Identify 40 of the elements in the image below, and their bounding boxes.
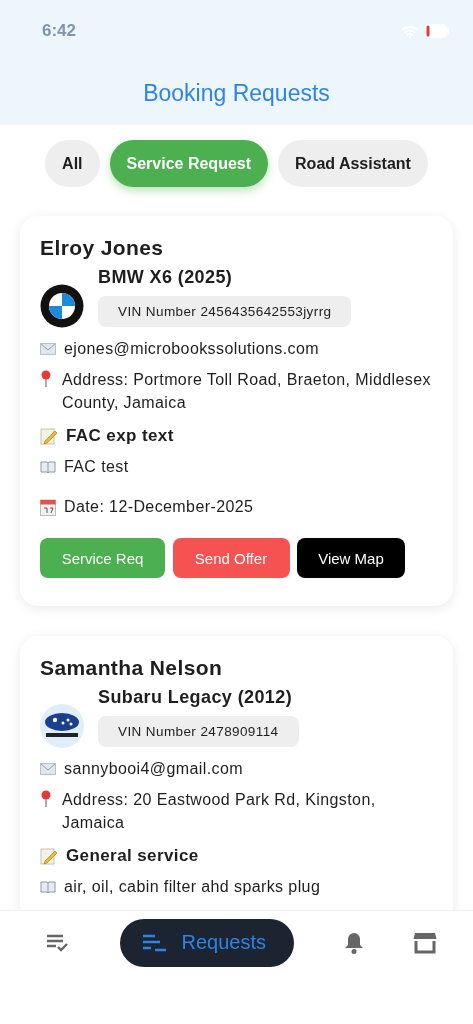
pin-icon [40, 370, 52, 387]
address-text: Address: 20 Eastwood Park Rd, Kingston, Jamaica [62, 790, 377, 833]
bell-icon[interactable] [343, 931, 364, 954]
service-title: FAC exp text [66, 426, 174, 446]
vehicle-title: Subaru Legacy (2012) [98, 687, 294, 708]
vehicle-title: BMW X6 (2025) [98, 267, 234, 288]
email-text: ejones@microbookssolutions.com [64, 340, 319, 358]
email-text: sannybooi4@gmail.com [64, 760, 243, 778]
book-icon [40, 461, 56, 473]
offer-button[interactable]: Send Offer [172, 538, 290, 578]
vin-chip: VIN Number 2456435642553jyrrg [98, 296, 352, 327]
envelope-icon [40, 343, 56, 355]
map-button[interactable]: View Map [297, 538, 405, 578]
requests-tab[interactable]: Requests [119, 918, 294, 967]
description-text: air, oil, cabin filter ahd sparks plug [64, 878, 321, 896]
customer-name: Samantha Nelson [40, 656, 224, 680]
store-icon[interactable] [413, 931, 437, 954]
book-icon [40, 881, 56, 893]
address-text: Address: Portmore Toll Road, Braeton, Middlesex County, Jamaica [62, 370, 432, 413]
date-text: Date: 12-December-2025 [64, 498, 254, 516]
roundel-logo-icon [40, 284, 84, 328]
service-button[interactable]: Service Req [40, 538, 165, 578]
vin-chip: VIN Number 2478909114 [98, 716, 299, 747]
customer-name: Elroy Jones [40, 236, 165, 260]
checklist-icon[interactable] [46, 932, 70, 953]
envelope-icon [40, 763, 56, 775]
note-pencil-icon [40, 427, 58, 445]
filter-tab[interactable]: Road Assistant [278, 140, 428, 187]
description-text: FAC test [64, 458, 129, 476]
pin-icon [40, 790, 52, 807]
calendar-icon [40, 498, 56, 516]
list-icon [141, 933, 168, 952]
battery-icon [425, 24, 449, 38]
service-title: General service [66, 846, 199, 866]
filter-tab[interactable]: Service Request [109, 140, 269, 187]
filter-tab[interactable]: All [45, 140, 100, 187]
status-time: 6:42 [42, 21, 77, 41]
page-title: Booking Requests [142, 79, 331, 107]
stars-oval-logo-icon [40, 704, 84, 748]
note-pencil-icon [40, 847, 58, 865]
